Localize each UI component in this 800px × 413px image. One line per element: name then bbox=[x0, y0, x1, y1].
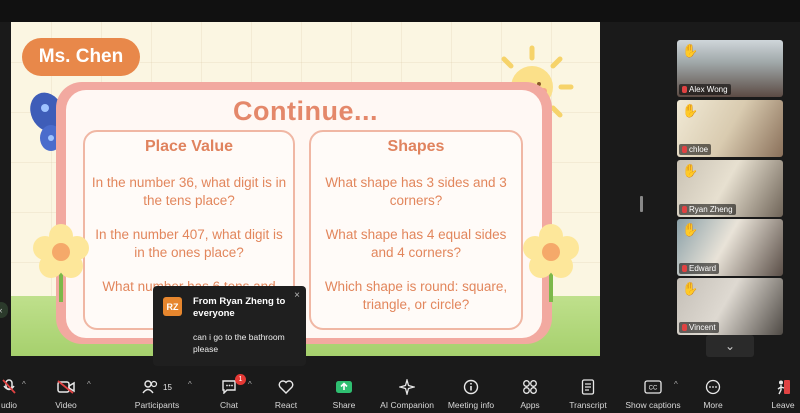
question: In the number 407, what digit is in the … bbox=[95, 227, 283, 260]
chat-options-caret[interactable]: ^ bbox=[248, 380, 252, 389]
top-bar bbox=[0, 0, 800, 22]
chat-notification[interactable]: RZ From Ryan Zheng to everyone × can i g… bbox=[153, 286, 306, 366]
participant-tile[interactable]: ✋ Alex Wong bbox=[677, 40, 783, 97]
more-button[interactable]: More bbox=[698, 370, 728, 413]
flower-icon bbox=[523, 224, 579, 302]
close-icon[interactable]: × bbox=[294, 290, 300, 301]
audio-options-caret[interactable]: ^ bbox=[22, 380, 26, 389]
flower-icon bbox=[33, 224, 89, 302]
participant-tile[interactable]: ✋ Vincent bbox=[677, 278, 783, 335]
zoom-meeting-window: Ms. Chen Continue... Place Value In the … bbox=[0, 0, 800, 413]
leave-button[interactable]: Leave bbox=[768, 370, 798, 413]
captions-options-caret[interactable]: ^ bbox=[674, 380, 678, 389]
chat-sender-label: From Ryan Zheng to everyone bbox=[193, 296, 286, 319]
question: What shape has 4 equal sides and 4 corne… bbox=[325, 227, 507, 260]
chat-unread-badge: 1 bbox=[235, 374, 246, 385]
more-dots-icon bbox=[705, 376, 721, 398]
react-button[interactable]: React bbox=[270, 370, 302, 413]
participant-tile[interactable]: ✋ Ryan Zheng bbox=[677, 160, 783, 217]
participant-name: Vincent bbox=[689, 323, 716, 332]
participant-name: Ryan Zheng bbox=[689, 205, 733, 214]
mic-off-icon bbox=[682, 265, 687, 272]
show-captions-button[interactable]: CC Show captions bbox=[625, 370, 681, 413]
sender-avatar: RZ bbox=[163, 297, 182, 316]
raised-hand-icon: ✋ bbox=[682, 43, 699, 58]
participant-tile[interactable]: ✋ chloe bbox=[677, 100, 783, 157]
participants-button[interactable]: 15 Participants bbox=[132, 370, 182, 413]
apps-button[interactable]: Apps bbox=[515, 370, 545, 413]
share-button[interactable]: Share bbox=[328, 370, 360, 413]
question: Which shape is round: square, triangle, … bbox=[324, 279, 508, 312]
gallery-resize-handle[interactable] bbox=[640, 196, 643, 212]
raised-hand-icon: ✋ bbox=[682, 103, 699, 118]
sparkle-icon bbox=[399, 376, 415, 398]
video-options-caret[interactable]: ^ bbox=[87, 380, 91, 389]
teacher-name-badge: Ms. Chen bbox=[22, 38, 140, 76]
card-title: Place Value bbox=[144, 138, 234, 155]
chat-bubble-icon: 1 bbox=[221, 374, 246, 398]
slide-title: Continue... bbox=[233, 96, 378, 126]
shapes-card: Shapes What shape has 3 sides and 3 corn… bbox=[309, 130, 523, 330]
participant-name: chloe bbox=[689, 145, 709, 154]
raised-hand-icon: ✋ bbox=[682, 163, 699, 178]
video-button[interactable]: Video bbox=[50, 370, 82, 413]
people-icon: 15 bbox=[142, 376, 172, 398]
leave-icon bbox=[775, 376, 791, 398]
audio-button[interactable]: udio bbox=[0, 370, 24, 413]
ai-companion-button[interactable]: AI Companion bbox=[378, 370, 436, 413]
transcript-icon bbox=[581, 376, 595, 398]
participant-count: 15 bbox=[163, 382, 172, 392]
mic-off-icon bbox=[682, 324, 687, 331]
info-icon bbox=[463, 376, 479, 398]
chat-message: can i go to the bathroom please bbox=[193, 332, 285, 354]
meeting-toolbar: udio ^ Video ^ 15 Participants ^ 1 Chat … bbox=[0, 370, 800, 413]
apps-icon bbox=[522, 376, 538, 398]
raised-hand-icon: ✋ bbox=[682, 281, 699, 296]
mic-icon bbox=[2, 376, 16, 398]
question: What shape has 3 sides and 3 corners? bbox=[325, 175, 507, 208]
participant-name: Alex Wong bbox=[689, 85, 728, 94]
mic-off-icon bbox=[682, 146, 687, 153]
captions-icon: CC bbox=[644, 376, 662, 398]
meeting-info-button[interactable]: Meeting info bbox=[446, 370, 496, 413]
mic-off-icon bbox=[682, 86, 687, 93]
svg-text:CC: CC bbox=[649, 386, 658, 392]
share-screen-icon bbox=[335, 376, 353, 398]
participant-name: Edward bbox=[689, 264, 717, 273]
heart-icon bbox=[278, 376, 294, 398]
gallery-scroll-down-button[interactable]: ⌄ bbox=[706, 335, 754, 357]
raised-hand-icon: ✋ bbox=[682, 222, 699, 237]
mic-off-icon bbox=[682, 206, 687, 213]
camera-off-icon bbox=[57, 376, 75, 398]
transcript-button[interactable]: Transcript bbox=[568, 370, 608, 413]
question: In the number 36, what digit is in the t… bbox=[91, 175, 287, 208]
side-expand-button[interactable]: ‹ bbox=[0, 302, 8, 318]
card-title: Shapes bbox=[387, 138, 445, 155]
chat-button[interactable]: 1 Chat bbox=[214, 370, 246, 413]
participant-tile[interactable]: ✋ Edward bbox=[677, 219, 783, 276]
participants-options-caret[interactable]: ^ bbox=[188, 380, 192, 389]
